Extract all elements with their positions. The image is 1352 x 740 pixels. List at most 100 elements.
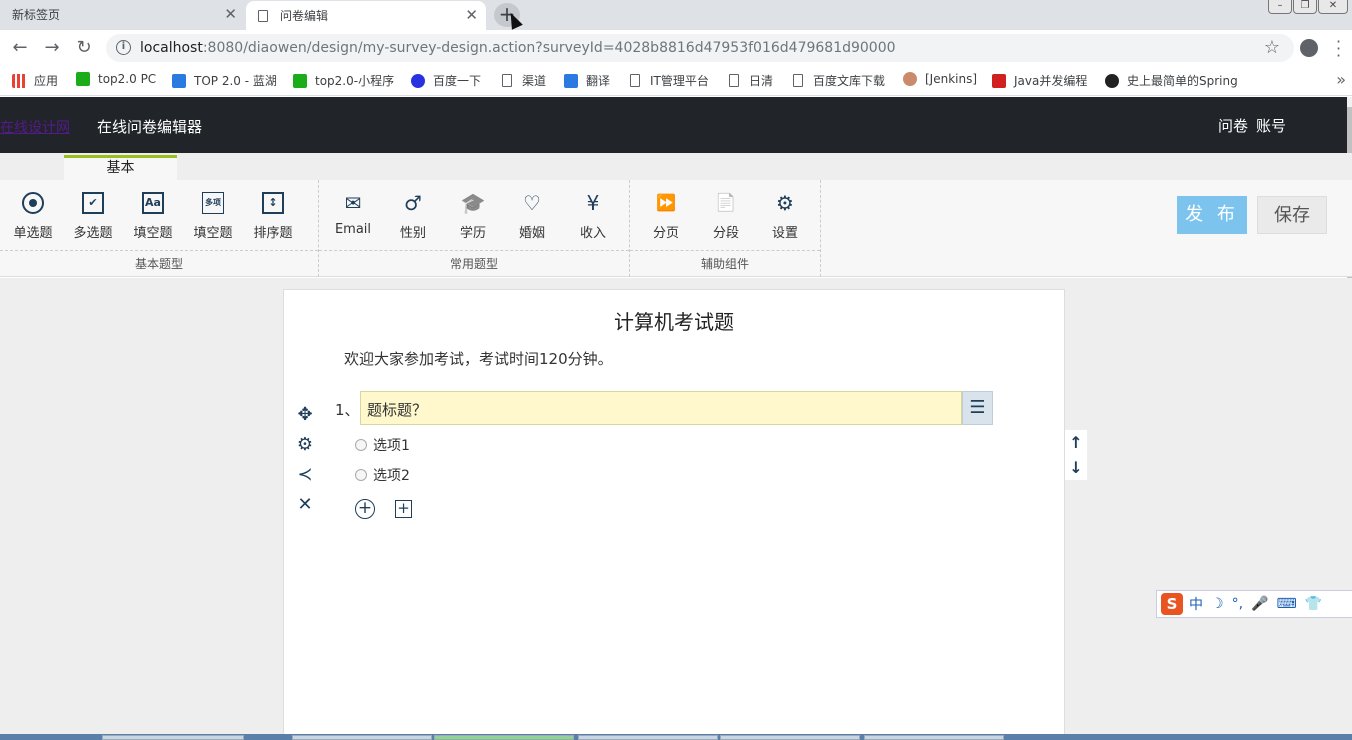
minimize-icon[interactable]: – <box>1268 0 1292 14</box>
logic-branch-icon[interactable]: ≺ <box>294 460 316 490</box>
bookmark-label: 翻译 <box>586 74 611 88</box>
skin-icon[interactable]: 👕 <box>1305 596 1322 612</box>
tool-sort[interactable]: ↕ 排序题 <box>244 190 302 241</box>
taskbar-item[interactable] <box>578 735 718 740</box>
keyboard-icon[interactable]: ⌨ <box>1276 596 1296 612</box>
taskbar-item[interactable] <box>102 735 244 740</box>
arrow-up-icon[interactable]: ↑ <box>1065 430 1087 455</box>
tool-multi-fill-blank[interactable]: 多项 填空题 <box>184 190 242 241</box>
checkbox-icon: ✔ <box>82 192 104 214</box>
taskbar-item[interactable] <box>720 735 860 740</box>
taskbar-item[interactable] <box>292 735 432 740</box>
taskbar-item[interactable] <box>434 735 574 740</box>
bookmark-wenku[interactable]: 百度文库下载 <box>793 72 885 89</box>
bookmark-lanhu[interactable]: TOP 2.0 - 蓝湖 <box>172 72 277 89</box>
tool-paragraph[interactable]: 📄 分段 <box>697 190 755 241</box>
bookmark-baidu[interactable]: 百度一下 <box>411 72 481 89</box>
tool-gender[interactable]: ♂ 性别 <box>384 190 442 241</box>
tool-label: 分段 <box>712 226 739 241</box>
page-icon <box>729 74 739 87</box>
bookmark-translate[interactable]: 翻译 <box>564 72 610 89</box>
bookmark-label: top2.0-小程序 <box>315 74 395 88</box>
tool-education[interactable]: 🎓 学历 <box>444 190 502 241</box>
close-icon[interactable]: ✕ <box>224 5 237 23</box>
reload-icon[interactable]: ↻ <box>72 36 96 60</box>
arrow-down-icon[interactable]: ↓ <box>1065 455 1087 480</box>
bookmark-spring[interactable]: 史上最简单的Spring <box>1105 72 1238 89</box>
tool-fill-blank[interactable]: Aa 填空题 <box>124 190 182 241</box>
lanhu-icon <box>172 73 186 88</box>
nav-survey[interactable]: 问卷 <box>1218 117 1248 135</box>
bookmark-star-icon[interactable]: ☆ <box>1264 37 1280 58</box>
batch-add-option-icon[interactable]: + <box>395 500 412 518</box>
survey-title[interactable]: 计算机考试题 <box>284 306 1064 335</box>
close-icon[interactable]: ✕ <box>465 6 478 24</box>
tool-email[interactable]: ✉ Email <box>324 190 382 237</box>
ime-mode-toggle[interactable]: 中 <box>1189 594 1203 614</box>
option-label[interactable]: 选项2 <box>373 465 410 485</box>
option-label[interactable]: 选项1 <box>373 435 410 455</box>
move-icon[interactable]: ✥ <box>294 400 316 430</box>
group-label: 辅助组件 <box>630 250 820 277</box>
bookmark-label: 百度文库下载 <box>813 74 886 88</box>
apps-grid-icon <box>12 73 26 88</box>
browser-menu-icon[interactable]: · · · <box>1336 34 1341 64</box>
tool-label: 收入 <box>579 226 606 241</box>
window-close-icon[interactable]: ✕ <box>1318 0 1348 14</box>
account-icon[interactable] <box>1300 39 1318 57</box>
back-icon[interactable]: ← <box>8 36 32 60</box>
taskbar-item[interactable] <box>864 735 1004 740</box>
ime-toolbar: S 中 ☽ °, 🎤 ⌨ 👕 <box>1156 590 1352 618</box>
add-option-icon[interactable]: + <box>355 499 375 519</box>
punctuation-icon[interactable]: °, <box>1232 596 1243 612</box>
bookmark-it-platform[interactable]: IT管理平台 <box>630 72 709 89</box>
bookmark-channel[interactable]: 渠道 <box>502 72 546 89</box>
browser-tab-survey-edit[interactable]: 问卷编辑 ✕ <box>246 1 486 30</box>
microphone-icon[interactable]: 🎤 <box>1251 596 1268 612</box>
sogou-logo-icon[interactable]: S <box>1161 593 1183 615</box>
survey-description[interactable]: 欢迎大家参加考试，考试时间120分钟。 <box>344 348 613 369</box>
bookmark-apps[interactable]: 应用 <box>12 72 58 89</box>
csdn-icon <box>992 73 1006 88</box>
radio-button[interactable] <box>355 439 367 451</box>
tool-income[interactable]: ¥ 收入 <box>564 190 622 241</box>
bookmark-label: 日清 <box>749 74 774 88</box>
tool-label: 设置 <box>771 226 798 241</box>
bookmark-miniprogram[interactable]: top2.0-小程序 <box>293 72 394 89</box>
url-text[interactable]: localhost:8080/diaowen/design/my-survey-… <box>140 40 896 56</box>
bookmark-java-concurrency[interactable]: Java并发编程 <box>992 72 1087 89</box>
info-icon[interactable]: i <box>116 40 131 55</box>
question-type-menu-icon[interactable]: ☰ <box>962 391 993 425</box>
tool-single-choice[interactable]: 单选题 <box>4 190 62 241</box>
bookmark-label: top2.0 PC <box>98 72 157 86</box>
delete-icon[interactable]: ✕ <box>294 490 316 520</box>
option-item[interactable]: 选项2 <box>355 465 410 485</box>
address-bar[interactable]: i localhost:8080/diaowen/design/my-surve… <box>106 34 1294 62</box>
tool-multiple-choice[interactable]: ✔ 多选题 <box>64 190 122 241</box>
group-basic-types: 单选题 ✔ 多选题 Aa 填空题 多项 填空题 ↕ 排序题 基本题型 <box>0 180 319 277</box>
question-title-input[interactable]: 题标题？ <box>360 391 962 425</box>
bookmarks-overflow-icon[interactable]: » <box>1336 70 1346 89</box>
bookmark-top2-pc[interactable]: top2.0 PC <box>76 72 156 86</box>
bookmark-jenkins[interactable]: [Jenkins] <box>903 72 977 86</box>
publish-button[interactable]: 发 布 <box>1177 196 1247 234</box>
nav-account[interactable]: 账号 <box>1256 117 1286 135</box>
gear-icon[interactable]: ⚙ <box>294 430 316 460</box>
tool-marriage[interactable]: ♡ 婚姻 <box>503 190 561 241</box>
forward-icon[interactable]: → <box>40 36 64 60</box>
save-button[interactable]: 保存 <box>1257 196 1327 234</box>
app-header: 在线设计网 在线问卷编辑器 问卷 账号 <box>0 97 1352 153</box>
moon-icon[interactable]: ☽ <box>1211 596 1224 612</box>
restore-icon[interactable]: ❐ <box>1293 0 1317 14</box>
gender-icon: ♂ <box>404 191 422 215</box>
tab-basic[interactable]: 基本 <box>64 155 177 180</box>
tool-label: 填空题 <box>133 226 173 241</box>
group-label: 常用题型 <box>319 250 629 277</box>
browser-tab-new[interactable]: 新标签页 ✕ <box>0 0 245 28</box>
bookmark-riqing[interactable]: 日清 <box>729 72 773 89</box>
tool-settings[interactable]: ⚙ 设置 <box>756 190 814 241</box>
brand-link[interactable]: 在线设计网 <box>0 117 70 137</box>
radio-button[interactable] <box>355 469 367 481</box>
tool-pagebreak[interactable]: ⏩ 分页 <box>637 190 695 241</box>
option-item[interactable]: 选项1 <box>355 435 410 455</box>
